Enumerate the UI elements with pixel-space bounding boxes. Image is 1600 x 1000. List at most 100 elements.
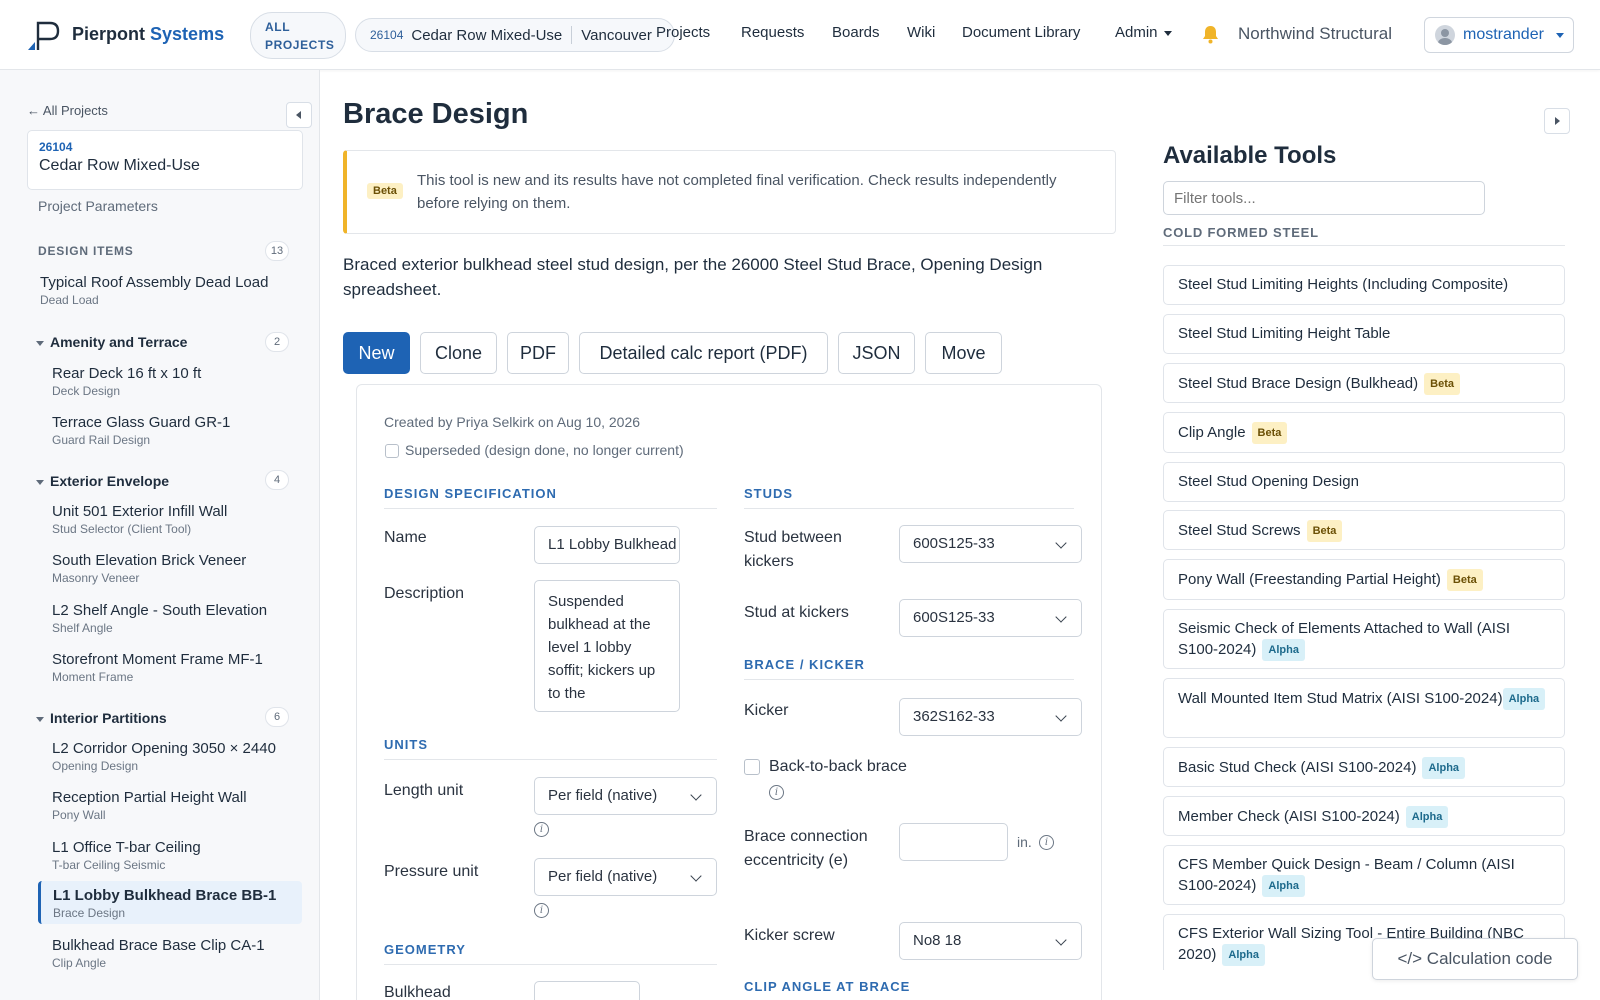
sidebar-item-unit-501-wall[interactable]: Unit 501 Exterior Infill Wall Stud Select… [40,497,304,540]
item-subtitle: Stud Selector (Client Tool) [52,522,192,536]
description-textarea[interactable]: Suspended bulkhead at the level 1 lobby … [534,580,680,712]
sidebar-item-rear-deck[interactable]: Rear Deck 16 ft x 10 ft Deck Design [40,359,304,402]
name-input[interactable]: L1 Lobby Bulkhead Brace BB-1 [534,526,680,564]
kicker-screw-select[interactable]: No8 18 [899,922,1082,960]
all-projects-button[interactable]: ALL PROJECTS [250,12,346,59]
project-card[interactable]: 26104 Cedar Row Mixed-Use [27,130,303,190]
info-icon[interactable]: i [534,903,549,918]
nav-admin-label: Admin [1115,24,1158,41]
info-icon[interactable]: i [534,822,549,837]
tool-item[interactable]: Steel Stud Screws Beta [1163,510,1565,550]
user-menu-button[interactable]: mostrander [1424,17,1574,53]
item-title: L2 Corridor Opening 3050 × 2440 [52,740,276,757]
calculation-code-button[interactable]: </> Calculation code [1372,938,1578,980]
clone-button[interactable]: Clone [420,332,497,374]
unit-label: in. [1017,834,1032,850]
move-button[interactable]: Move [925,332,1002,374]
tool-item[interactable]: Clip Angle Beta [1163,412,1565,453]
sidebar-item-reception-pony-wall[interactable]: Reception Partial Height Wall Pony Wall [40,783,304,826]
bulkhead-input[interactable] [534,981,640,1000]
current-project-pill[interactable]: 26104 Cedar Row Mixed-Use Vancouver [355,18,675,52]
info-icon[interactable]: i [1039,835,1054,850]
tool-item[interactable]: Wall Mounted Item Stud Matrix (AISI S100… [1163,678,1565,738]
tool-item[interactable]: Steel Stud Limiting Heights (Including C… [1163,265,1565,305]
tool-item[interactable]: Basic Stud Check (AISI S100-2024) Alpha [1163,747,1565,787]
nav-admin[interactable]: Admin [1115,24,1172,41]
back-to-back-brace-checkbox[interactable] [744,759,760,775]
caret-down-icon [36,479,44,485]
brace-eccentricity-input[interactable] [899,823,1008,861]
superseded-checkbox[interactable] [385,444,399,458]
tool-item[interactable]: Seismic Check of Elements Attached to Wa… [1163,609,1565,669]
new-button[interactable]: New [343,332,410,374]
tool-item[interactable]: Steel Stud Brace Design (Bulkhead) Beta [1163,363,1565,403]
tool-description: Braced exterior bulkhead steel stud desi… [343,255,1043,299]
brand-logo-icon[interactable] [26,20,62,52]
tool-item[interactable]: CFS Member Quick Design - Beam / Column … [1163,845,1565,905]
beta-badge: Beta [367,183,403,199]
back-to-all-projects-link[interactable]: ← All Projects [27,103,108,118]
info-icon[interactable]: i [769,785,784,800]
length-unit-select[interactable]: Per field (native) [534,777,717,815]
detailed-calc-report-button[interactable]: Detailed calc report (PDF) [579,332,828,374]
bell-icon[interactable] [1202,25,1219,44]
nav-document-library[interactable]: Document Library [962,24,1080,41]
select-value: No8 18 [913,932,962,949]
organization-name[interactable]: Northwind Structural [1238,24,1392,44]
all-projects-line2: PROJECTS [265,38,335,52]
stud-between-kickers-select[interactable]: 600S125-33 [899,525,1082,563]
stud-at-kickers-select[interactable]: 600S125-33 [899,599,1082,637]
tool-item[interactable]: Steel Stud Opening Design [1163,462,1565,502]
tool-item[interactable]: Pony Wall (Freestanding Partial Height) B… [1163,559,1565,600]
nav-requests[interactable]: Requests [741,24,804,41]
section-studs: STUDS [744,486,1074,509]
kicker-select[interactable]: 362S162-33 [899,698,1082,736]
item-subtitle: Pony Wall [52,808,106,822]
tool-name: Basic Stud Check (AISI S100-2024) [1178,759,1417,776]
expand-panel-button[interactable] [1544,108,1570,134]
project-parameters-link[interactable]: Project Parameters [38,198,158,214]
chevron-down-icon [690,789,702,801]
alpha-badge: Alpha [1405,806,1449,828]
caret-down-icon [36,716,44,722]
sidebar-item-tbar-ceiling[interactable]: L1 Office T-bar Ceiling T-bar Ceiling Sei… [40,833,304,876]
sidebar-item-roof-dead-load[interactable]: Typical Roof Assembly Dead Load Dead Loa… [28,268,292,311]
sidebar-item-terrace-glass-guard[interactable]: Terrace Glass Guard GR-1 Guard Rail Desig… [40,408,304,451]
tool-item[interactable]: Steel Stud Limiting Height Table [1163,314,1565,354]
sidebar-item-corridor-opening[interactable]: L2 Corridor Opening 3050 × 2440 Opening D… [40,734,304,777]
item-subtitle: Clip Angle [52,956,107,970]
sidebar-item-shelf-angle[interactable]: L2 Shelf Angle - South Elevation Shelf An… [40,596,304,639]
pressure-unit-select[interactable]: Per field (native) [534,858,717,896]
nav-projects[interactable]: Projects [656,24,710,41]
json-button[interactable]: JSON [838,332,915,374]
item-subtitle: Deck Design [52,384,121,398]
nav-boards[interactable]: Boards [832,24,880,41]
item-title: L1 Lobby Bulkhead Brace BB-1 [53,887,277,904]
sidebar-item-lobby-bulkhead-brace[interactable]: L1 Lobby Bulkhead Brace BB-1 Brace Design [38,881,302,924]
kicker-screw-label: Kicker screw [744,927,835,944]
sidebar-item-moment-frame[interactable]: Storefront Moment Frame MF-1 Moment Frame [40,645,304,688]
pdf-button[interactable]: PDF [507,332,569,374]
sidebar-item-brick-veneer[interactable]: South Elevation Brick Veneer Masonry Vene… [40,546,304,589]
group-count-badge: 2 [265,332,289,352]
tool-item[interactable]: Member Check (AISI S100-2024) Alpha [1163,796,1565,836]
beta-badge: Beta [1424,373,1460,395]
divider [571,26,573,44]
alpha-badge: Alpha [1502,688,1546,710]
brand-name[interactable]: Pierpont Systems [72,24,224,45]
group-interior-partitions[interactable]: Interior Partitions [36,710,167,726]
sidebar-item-base-clip[interactable]: Bulkhead Brace Base Clip CA-1 Clip Angle [40,931,304,974]
group-amenity-and-terrace[interactable]: Amenity and Terrace [36,334,187,350]
select-value: 600S125-33 [913,609,995,626]
filter-tools-input[interactable] [1163,181,1485,215]
nav-wiki[interactable]: Wiki [907,24,935,41]
available-tools-heading: Available Tools [1163,142,1337,169]
group-exterior-envelope[interactable]: Exterior Envelope [36,473,169,489]
item-subtitle: Brace Design [53,906,126,920]
description-label: Description [384,585,465,602]
name-label: Name [384,529,427,546]
project-id: 26104 [39,140,73,154]
beta-badge: Beta [1446,569,1483,591]
collapse-sidebar-button[interactable] [286,102,312,128]
select-value: 362S162-33 [913,708,995,725]
